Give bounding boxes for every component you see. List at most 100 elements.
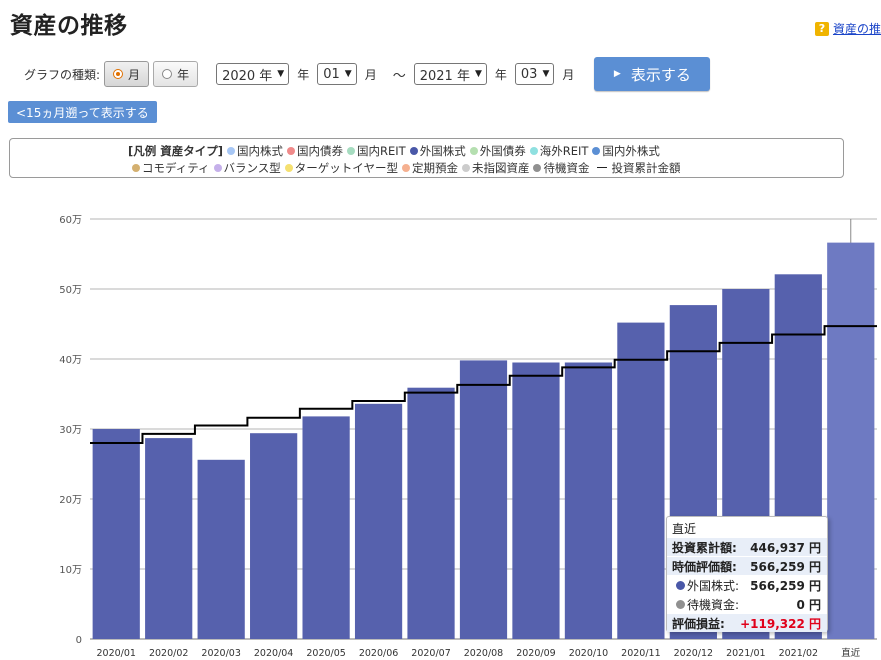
circle-icon — [676, 599, 685, 609]
legend-label: 国内債券 — [297, 143, 344, 158]
tooltip-label: 時価評価額: — [672, 559, 737, 574]
legend-label: 国内外株式 — [602, 143, 660, 158]
legend-dot-icon — [287, 146, 296, 155]
chevron-down-icon: ▼ — [277, 69, 285, 79]
show-button[interactable]: ▶ 表示する — [594, 57, 711, 91]
x-tick-label: 2020/01 — [96, 648, 135, 659]
x-tick-label: 2021/01 — [726, 648, 765, 659]
month-unit-label: 月 — [562, 67, 575, 82]
tooltip: 直近 投資累計額: 446,937 円 時価評価額: 566,259 円 外国株… — [666, 516, 828, 632]
legend-item: 国内外株式 — [592, 143, 660, 159]
y-tick-label: 10万 — [59, 565, 82, 576]
x-tick-label: 2020/04 — [254, 648, 293, 659]
legend-item: 待機資金 — [533, 160, 589, 176]
chevron-down-icon: ▼ — [474, 69, 482, 79]
legend-item: 外国株式 — [409, 143, 466, 159]
legend-box: [凡例 資産タイプ] 国内株式 国内債券 国内REIT 外国株式 外国債券 海外REIT 国… — [9, 138, 844, 178]
legend-dot-icon — [461, 163, 470, 172]
y-tick-label: 60万 — [59, 215, 82, 226]
legend-dot-icon — [533, 163, 542, 172]
legend-line-icon — [597, 167, 608, 168]
tooltip-label: 評価損益: — [672, 616, 725, 631]
end-month-value: 03 — [520, 66, 538, 82]
radio-month[interactable]: 月 — [104, 61, 150, 87]
tooltip-label-text: 外国株式: — [687, 578, 740, 593]
x-tick-label: 2020/08 — [464, 648, 503, 659]
chart-bar — [354, 403, 403, 639]
legend-item: 国内REIT — [347, 143, 406, 159]
x-tick-label: 2020/11 — [621, 648, 660, 659]
x-tick-label: 2020/10 — [569, 648, 608, 659]
legend-label: 国内REIT — [357, 143, 406, 158]
circle-icon — [676, 580, 685, 590]
tooltip-row: 時価評価額: 566,259 円 — [667, 557, 827, 575]
chevron-down-icon: ▼ — [542, 69, 550, 79]
legend-label: バランス型 — [223, 160, 281, 175]
year-unit-label: 年 — [494, 67, 507, 82]
legend-label: 定期預金 — [411, 160, 458, 175]
legend-row-2: コモディティ バランス型 ターゲットイヤー型 定期預金 未指図資産 待機資金 投資累計金額 — [10, 159, 843, 176]
x-tick-label: 2020/03 — [201, 648, 240, 659]
legend-dot-icon — [592, 146, 601, 155]
legend-dot-icon — [227, 146, 236, 155]
tooltip-value: 566,259 円 — [750, 578, 821, 593]
start-year-select[interactable]: 2020 年 ▼ — [216, 63, 290, 85]
help-icon: ? — [814, 21, 829, 36]
legend-item: 国内債券 — [287, 143, 343, 159]
x-tick-label: 2020/02 — [149, 648, 188, 659]
tooltip-row: 評価損益: +119,322 円 — [667, 614, 827, 632]
legend-dot-icon — [469, 146, 478, 155]
x-tick-label: 2020/05 — [306, 648, 345, 659]
back-15-months-button[interactable]: <15ヵ月遡って表示する — [8, 101, 157, 123]
legend-dot-icon — [401, 163, 410, 172]
legend-dot-icon — [409, 146, 418, 155]
legend-label: ターゲットイヤー型 — [294, 160, 398, 175]
chart-bar — [302, 416, 350, 639]
legend-dot-icon — [284, 163, 293, 172]
tooltip-label: 投資累計額: — [672, 540, 737, 555]
legend-label: 未指図資産 — [471, 160, 530, 175]
radio-unchecked-icon — [162, 69, 173, 79]
help-link-text[interactable]: 資産の推 — [833, 20, 881, 37]
legend-item: コモディティ — [132, 160, 210, 176]
tooltip-value: 446,937 円 — [750, 540, 821, 555]
y-tick-label: 40万 — [59, 355, 82, 366]
start-month-select[interactable]: 01 ▼ — [317, 63, 357, 85]
legend-item: 国内株式 — [227, 143, 283, 159]
legend-label: 国内株式 — [237, 143, 284, 158]
end-month-select[interactable]: 03 ▼ — [514, 63, 555, 85]
chart-bar — [827, 242, 875, 639]
tooltip-label: 外国株式: — [672, 577, 739, 594]
month-unit-label: 月 — [364, 67, 377, 82]
tooltip-row: 投資累計額: 446,937 円 — [667, 538, 827, 556]
legend-dot-icon — [347, 146, 356, 155]
y-tick-label: 30万 — [59, 425, 82, 436]
help-link[interactable]: ? 資産の推 — [814, 20, 881, 37]
chart-bar — [250, 433, 298, 639]
legend-header: [凡例 資産タイプ] — [128, 143, 224, 158]
x-tick-label: 2020/06 — [359, 648, 398, 659]
legend-label: 外国債券 — [479, 143, 526, 158]
show-button-label: 表示する — [630, 65, 691, 84]
y-tick-label: 20万 — [59, 495, 82, 506]
y-tick-label: 50万 — [59, 285, 82, 296]
tooltip-row: 外国株式: 566,259 円 — [667, 576, 827, 594]
legend-dot-icon — [213, 163, 222, 172]
chart-bar — [459, 360, 508, 639]
radio-year[interactable]: 年 — [153, 61, 199, 87]
tooltip-value: +119,322 円 — [740, 616, 821, 631]
chart-bar — [145, 438, 193, 639]
legend-item: 定期預金 — [401, 160, 458, 176]
end-year-value: 2021 年 — [419, 68, 470, 84]
legend-dot-icon — [529, 146, 538, 155]
legend-dot-icon — [132, 163, 140, 172]
chart-bar — [617, 322, 665, 639]
range-tilde: ～ — [392, 68, 406, 84]
y-tick-label: 0 — [76, 635, 82, 646]
legend-item: 海外REIT — [529, 143, 588, 159]
end-year-select[interactable]: 2021 年 ▼ — [413, 63, 487, 85]
page-title: 資産の推移 — [10, 13, 128, 39]
chart-bar — [92, 429, 140, 639]
legend-item: ターゲットイヤー型 — [284, 160, 398, 176]
x-tick-label: 2020/07 — [411, 648, 450, 659]
